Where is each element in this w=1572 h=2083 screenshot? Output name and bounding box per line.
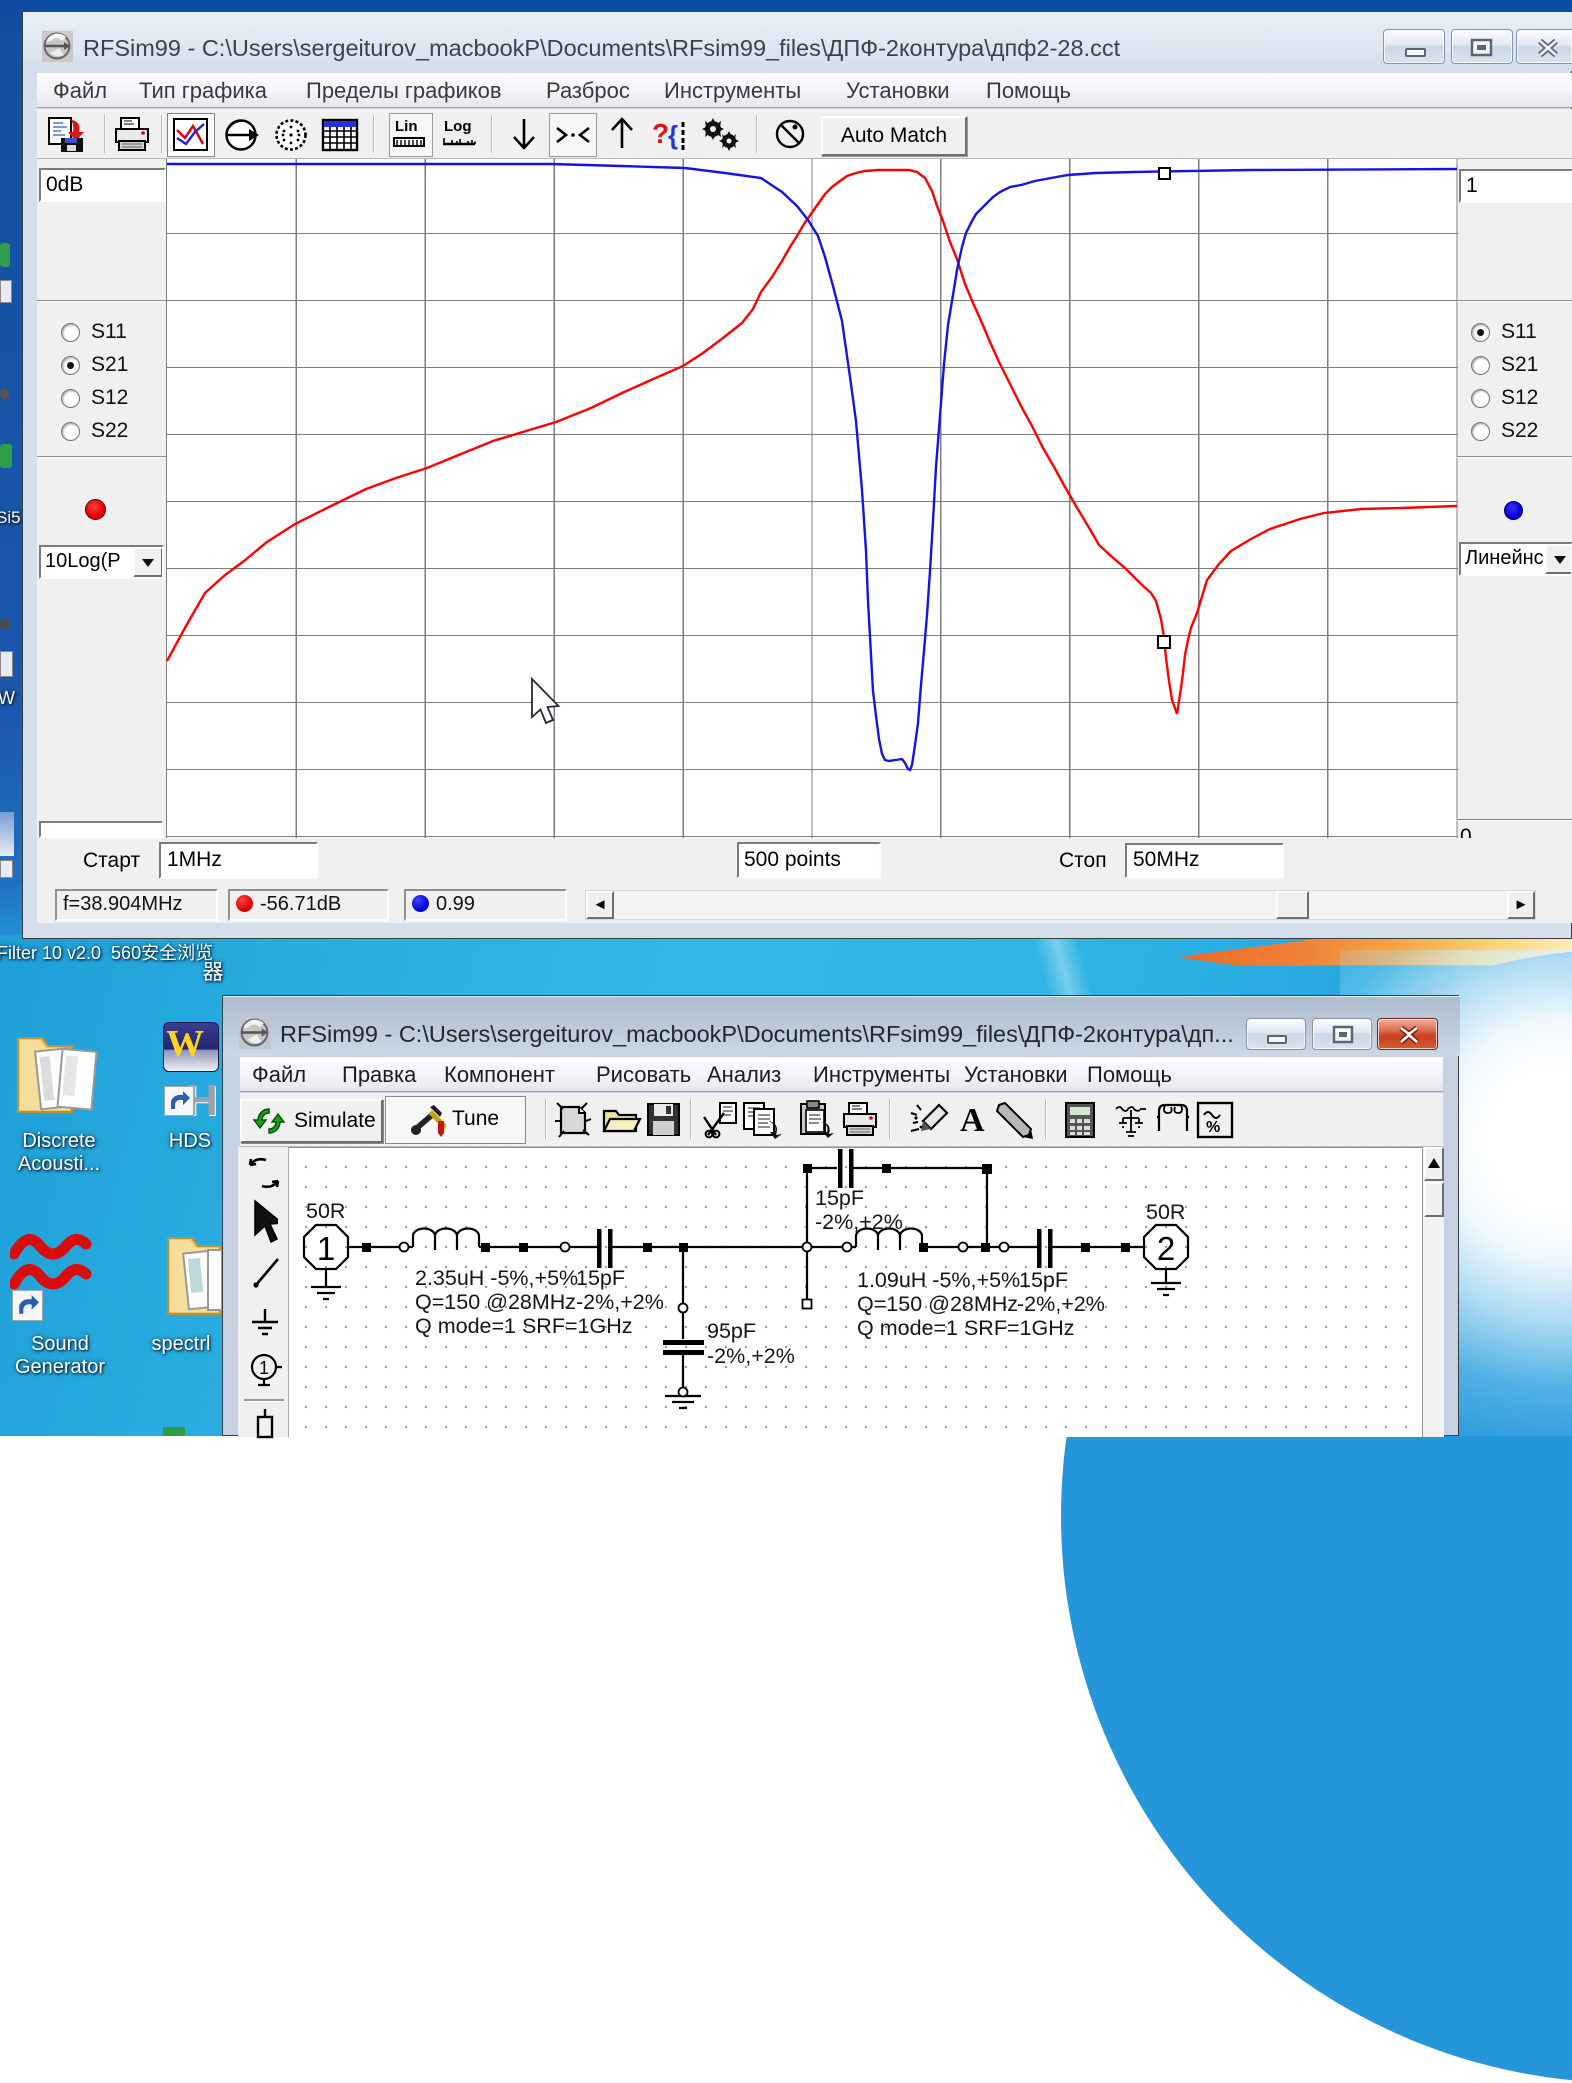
svg-text:Q mode=1 SRF=1GHz: Q mode=1 SRF=1GHz: [415, 1314, 632, 1338]
svg-text:A: A: [960, 1102, 985, 1139]
svg-text:95pF: 95pF: [707, 1319, 756, 1343]
svg-text:-2%,+2%: -2%,+2%: [815, 1210, 903, 1234]
svg-text:{: {: [668, 120, 678, 150]
svg-text:Q=150 @28MHz: Q=150 @28MHz: [415, 1290, 576, 1314]
svg-text:15pF: 15pF: [1019, 1268, 1068, 1292]
svg-text:Q=150 @28MHz: Q=150 @28MHz: [857, 1292, 1018, 1316]
svg-text:Q mode=1 SRF=1GHz: Q mode=1 SRF=1GHz: [857, 1316, 1074, 1340]
svg-text:%: %: [1206, 1119, 1220, 1136]
svg-text:1: 1: [317, 1230, 335, 1267]
svg-text:2: 2: [1157, 1230, 1175, 1267]
svg-text:-2%,+2%: -2%,+2%: [707, 1344, 795, 1368]
svg-text:1.09uH -5%,+5%: 1.09uH -5%,+5%: [857, 1268, 1020, 1292]
svg-text:2.35uH -5%,+5%: 2.35uH -5%,+5%: [415, 1266, 578, 1290]
svg-text:-2%,+2%: -2%,+2%: [576, 1290, 664, 1314]
svg-text:50R: 50R: [306, 1199, 345, 1223]
svg-text:15pF: 15pF: [815, 1186, 864, 1210]
svg-text:15pF: 15pF: [576, 1266, 625, 1290]
svg-text:1: 1: [259, 1358, 269, 1378]
svg-text:?: ?: [652, 118, 669, 149]
svg-text:Log: Log: [444, 118, 472, 135]
svg-text:Lin: Lin: [395, 118, 418, 135]
svg-text:-2%,+2%: -2%,+2%: [1017, 1292, 1105, 1316]
svg-text:50R: 50R: [1146, 1200, 1185, 1224]
